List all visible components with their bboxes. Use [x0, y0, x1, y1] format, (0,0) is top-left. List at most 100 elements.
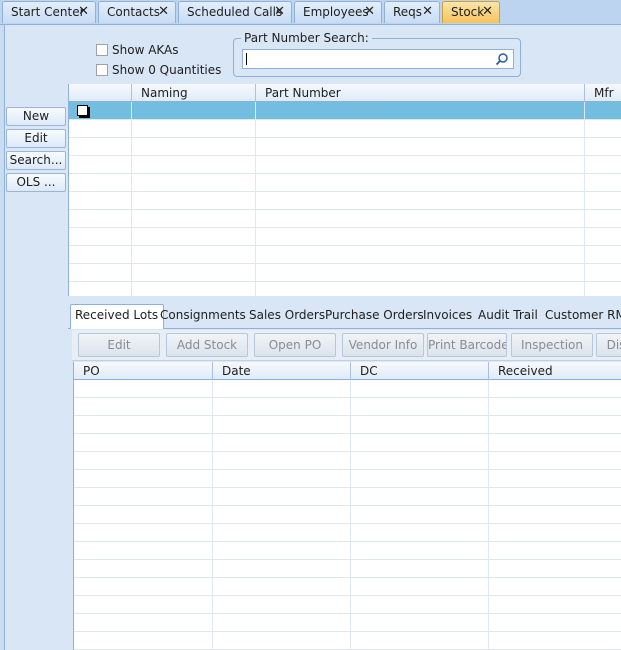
table-cell[interactable] — [213, 380, 351, 398]
show-akas-checkbox[interactable]: Show AKAs — [96, 43, 179, 57]
edit-lot-button[interactable]: Edit — [78, 333, 160, 357]
table-cell[interactable] — [489, 614, 621, 632]
table-cell[interactable] — [74, 614, 213, 632]
table-cell[interactable] — [489, 560, 621, 578]
table-cell[interactable] — [585, 138, 621, 156]
table-cell[interactable] — [256, 228, 585, 246]
table-cell[interactable] — [489, 434, 621, 452]
tab-scheduled-calls[interactable]: Scheduled Calls ✕ — [178, 1, 292, 23]
table-cell[interactable] — [69, 102, 132, 120]
table-cell[interactable] — [351, 398, 489, 416]
table-cell[interactable] — [351, 488, 489, 506]
table-cell[interactable] — [74, 416, 213, 434]
table-cell[interactable] — [256, 174, 585, 192]
table-row[interactable] — [69, 192, 621, 210]
table-cell[interactable] — [213, 434, 351, 452]
table-row[interactable] — [74, 380, 621, 398]
column-header-mfr[interactable]: Mfr — [585, 84, 621, 102]
table-cell[interactable] — [213, 632, 351, 650]
table-cell[interactable] — [213, 560, 351, 578]
table-row[interactable] — [69, 156, 621, 174]
table-cell[interactable] — [213, 578, 351, 596]
close-icon[interactable]: ✕ — [482, 2, 493, 22]
table-cell[interactable] — [69, 138, 132, 156]
new-button[interactable]: New — [6, 107, 66, 126]
search-button[interactable]: Search... — [6, 151, 66, 170]
table-cell[interactable] — [69, 282, 132, 296]
table-row[interactable] — [74, 398, 621, 416]
table-row[interactable] — [69, 264, 621, 282]
table-row[interactable] — [74, 506, 621, 524]
table-cell[interactable] — [351, 578, 489, 596]
tab-contacts[interactable]: Contacts ✕ — [98, 1, 176, 23]
table-cell[interactable] — [489, 524, 621, 542]
table-cell[interactable] — [489, 380, 621, 398]
table-cell[interactable] — [74, 398, 213, 416]
table-cell[interactable] — [585, 156, 621, 174]
table-row[interactable] — [74, 578, 621, 596]
open-po-button[interactable]: Open PO — [254, 333, 336, 357]
close-icon[interactable]: ✕ — [274, 2, 285, 22]
table-cell[interactable] — [132, 264, 256, 282]
print-barcode-button[interactable]: Print Barcode — [427, 333, 507, 357]
table-cell[interactable] — [74, 434, 213, 452]
table-cell[interactable] — [213, 542, 351, 560]
checkbox-box[interactable] — [96, 64, 108, 76]
table-cell[interactable] — [256, 138, 585, 156]
table-cell[interactable] — [69, 264, 132, 282]
table-cell[interactable] — [132, 102, 256, 120]
table-cell[interactable] — [585, 228, 621, 246]
table-cell[interactable] — [351, 596, 489, 614]
table-cell[interactable] — [213, 452, 351, 470]
table-cell[interactable] — [256, 120, 585, 138]
table-row[interactable] — [69, 120, 621, 138]
tab-sales-orders[interactable]: Sales Orders — [249, 308, 325, 322]
table-cell[interactable] — [74, 578, 213, 596]
received-lots-grid[interactable]: PO Date DC Received — [73, 362, 621, 650]
table-cell[interactable] — [256, 282, 585, 296]
table-cell[interactable] — [351, 380, 489, 398]
table-row[interactable] — [74, 488, 621, 506]
table-cell[interactable] — [585, 102, 621, 120]
table-cell[interactable] — [351, 524, 489, 542]
table-cell[interactable] — [351, 560, 489, 578]
tab-employees[interactable]: Employees ✕ — [294, 1, 382, 23]
table-cell[interactable] — [132, 228, 256, 246]
column-header-selector[interactable] — [69, 84, 132, 102]
tab-customer-rma[interactable]: Customer RMA — [545, 308, 621, 322]
table-cell[interactable] — [585, 282, 621, 296]
column-header-po[interactable]: PO — [74, 362, 213, 380]
table-row[interactable] — [74, 614, 621, 632]
table-row[interactable] — [74, 416, 621, 434]
table-cell[interactable] — [351, 506, 489, 524]
table-cell[interactable] — [256, 192, 585, 210]
table-cell[interactable] — [213, 614, 351, 632]
table-cell[interactable] — [585, 192, 621, 210]
table-cell[interactable] — [74, 380, 213, 398]
checkbox-box[interactable] — [96, 44, 108, 56]
tab-audit-trail[interactable]: Audit Trail — [478, 308, 538, 322]
table-cell[interactable] — [256, 264, 585, 282]
table-cell[interactable] — [489, 506, 621, 524]
table-cell[interactable] — [69, 228, 132, 246]
column-header-received[interactable]: Received — [489, 362, 621, 380]
table-cell[interactable] — [69, 120, 132, 138]
table-cell[interactable] — [132, 120, 256, 138]
column-header-naming[interactable]: Naming — [132, 84, 256, 102]
table-cell[interactable] — [213, 470, 351, 488]
tab-consignments[interactable]: Consignments — [160, 308, 246, 322]
table-cell[interactable] — [74, 542, 213, 560]
table-cell[interactable] — [351, 452, 489, 470]
table-cell[interactable] — [74, 452, 213, 470]
table-row[interactable] — [74, 596, 621, 614]
table-cell[interactable] — [213, 398, 351, 416]
close-icon[interactable]: ✕ — [422, 2, 433, 22]
tab-start-center[interactable]: Start Center ✕ — [2, 1, 96, 23]
column-header-dc[interactable]: DC — [351, 362, 489, 380]
table-cell[interactable] — [489, 398, 621, 416]
stock-grid[interactable]: Naming Part Number Mfr — [68, 84, 621, 296]
table-cell[interactable] — [74, 560, 213, 578]
table-row[interactable] — [74, 542, 621, 560]
table-cell[interactable] — [74, 524, 213, 542]
tab-stock[interactable]: Stock ✕ — [442, 1, 500, 23]
